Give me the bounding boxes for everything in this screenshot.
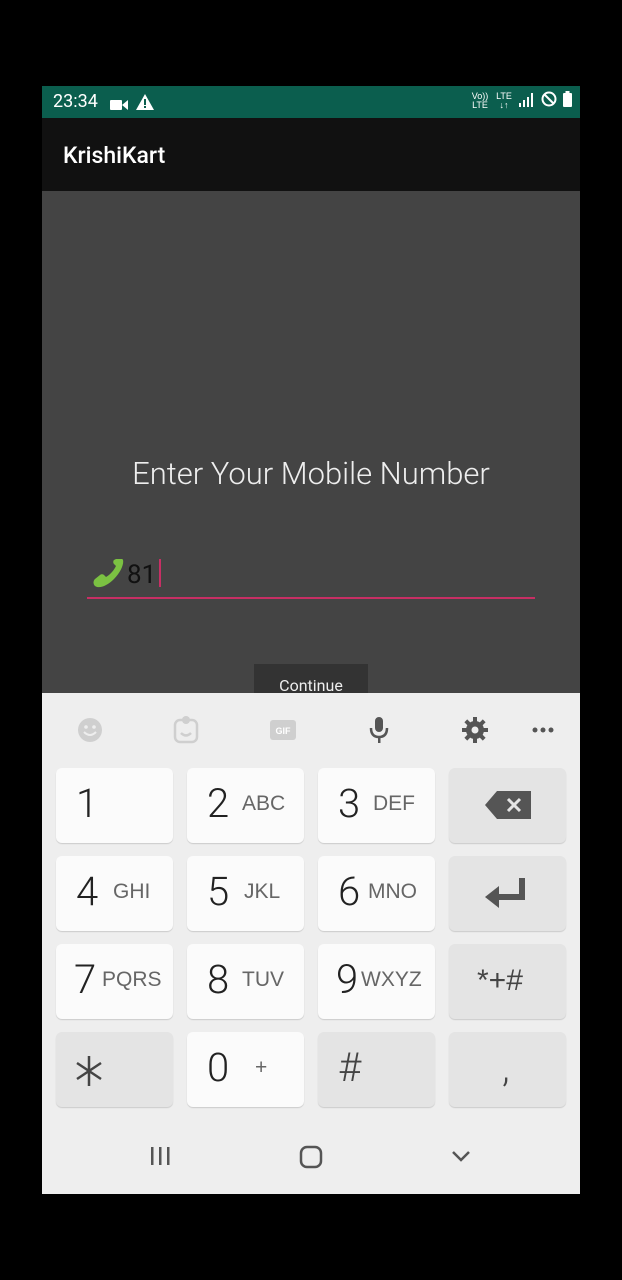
asterisk-icon bbox=[76, 1056, 102, 1086]
key-6-letters: MNO bbox=[368, 880, 417, 903]
key-5-letters: JKL bbox=[244, 880, 281, 903]
enter-key[interactable] bbox=[449, 856, 566, 931]
key-0[interactable]: 0 + bbox=[187, 1032, 304, 1107]
key-8-letters: TUV bbox=[242, 968, 284, 991]
phone-screen: 23:34 Vo)) LTE LTE ↓↑ KrishiKart Enter Y… bbox=[42, 86, 580, 1194]
backspace-key[interactable] bbox=[449, 768, 566, 843]
key-7-digit: 7 bbox=[74, 956, 97, 1003]
more-options-icon[interactable] bbox=[528, 715, 558, 745]
keyboard-toolbar: GIF bbox=[42, 693, 580, 765]
key-3-digit: 3 bbox=[338, 780, 361, 827]
volte-icon: Vo)) LTE bbox=[471, 92, 489, 110]
key-6-digit: 6 bbox=[338, 868, 361, 915]
text-cursor bbox=[159, 559, 161, 587]
comma-label: , bbox=[502, 1044, 510, 1091]
key-4-digit: 4 bbox=[76, 868, 99, 915]
warning-icon bbox=[136, 94, 154, 114]
do-not-disturb-icon bbox=[541, 91, 557, 111]
sticker-icon[interactable] bbox=[171, 715, 201, 745]
key-5[interactable]: 5 JKL bbox=[187, 856, 304, 931]
key-7[interactable]: 7 PQRS bbox=[56, 944, 173, 1019]
key-8-digit: 8 bbox=[207, 956, 230, 1003]
lte-label: LTE bbox=[496, 91, 512, 101]
key-6[interactable]: 6 MNO bbox=[318, 856, 435, 931]
mobile-number-field[interactable]: 81 bbox=[87, 551, 535, 599]
key-9-digit: 9 bbox=[336, 956, 359, 1003]
signal-icon bbox=[519, 92, 535, 111]
status-time: 23:34 bbox=[53, 91, 98, 112]
backspace-icon bbox=[485, 791, 531, 819]
lte-icon: LTE ↓↑ bbox=[496, 91, 512, 110]
key-2-digit: 2 bbox=[207, 780, 230, 827]
key-5-digit: 5 bbox=[207, 868, 230, 915]
main-content: Enter Your Mobile Number 81 Continue bbox=[42, 191, 580, 708]
mobile-number-value: 81 bbox=[127, 560, 157, 590]
key-0-digit: 0 bbox=[207, 1044, 230, 1091]
emoji-icon[interactable] bbox=[75, 715, 105, 745]
symbols-key[interactable]: *+# bbox=[449, 944, 566, 1019]
app-bar: KrishiKart bbox=[42, 118, 580, 191]
key-9-letters: WXYZ bbox=[361, 968, 422, 991]
key-9[interactable]: 9 WXYZ bbox=[318, 944, 435, 1019]
key-4-letters: GHI bbox=[113, 880, 151, 903]
status-icons: Vo)) LTE LTE ↓↑ bbox=[471, 91, 572, 111]
key-8[interactable]: 8 TUV bbox=[187, 944, 304, 1019]
volte-label: Vo)) LTE bbox=[471, 91, 489, 110]
hash-label: # bbox=[338, 1044, 362, 1091]
key-3-letters: DEF bbox=[373, 792, 415, 815]
enter-icon bbox=[485, 878, 525, 908]
symbols-label: *+# bbox=[477, 964, 523, 997]
settings-gear-icon[interactable] bbox=[460, 715, 490, 745]
phone-icon bbox=[91, 557, 125, 593]
key-1[interactable]: 1 bbox=[56, 768, 173, 843]
navigation-bar bbox=[42, 1123, 580, 1194]
key-4[interactable]: 4 GHI bbox=[56, 856, 173, 931]
hash-key[interactable]: # bbox=[318, 1032, 435, 1107]
recent-apps-icon[interactable] bbox=[149, 1145, 171, 1171]
video-call-icon bbox=[110, 96, 128, 115]
home-icon[interactable] bbox=[299, 1145, 323, 1173]
comma-key[interactable]: , bbox=[449, 1032, 566, 1107]
microphone-icon[interactable] bbox=[364, 715, 394, 745]
numeric-keyboard: GIF 1 2 ABC 3 DEF 4 GHI 5 JKL 6 MNO 7 PQ… bbox=[42, 693, 580, 1194]
key-1-digit: 1 bbox=[76, 780, 99, 827]
battery-icon bbox=[563, 91, 572, 111]
gif-icon[interactable]: GIF bbox=[268, 715, 298, 745]
app-title: KrishiKart bbox=[63, 142, 166, 169]
key-2[interactable]: 2 ABC bbox=[187, 768, 304, 843]
star-key[interactable] bbox=[56, 1032, 173, 1107]
key-7-letters: PQRS bbox=[102, 968, 162, 991]
page-title: Enter Your Mobile Number bbox=[132, 455, 490, 492]
hide-keyboard-icon[interactable] bbox=[450, 1145, 472, 1171]
key-0-plus: + bbox=[255, 1056, 268, 1079]
key-2-letters: ABC bbox=[242, 792, 286, 815]
status-bar: 23:34 Vo)) LTE LTE ↓↑ bbox=[42, 86, 580, 118]
gif-label: GIF bbox=[276, 726, 292, 736]
key-3[interactable]: 3 DEF bbox=[318, 768, 435, 843]
